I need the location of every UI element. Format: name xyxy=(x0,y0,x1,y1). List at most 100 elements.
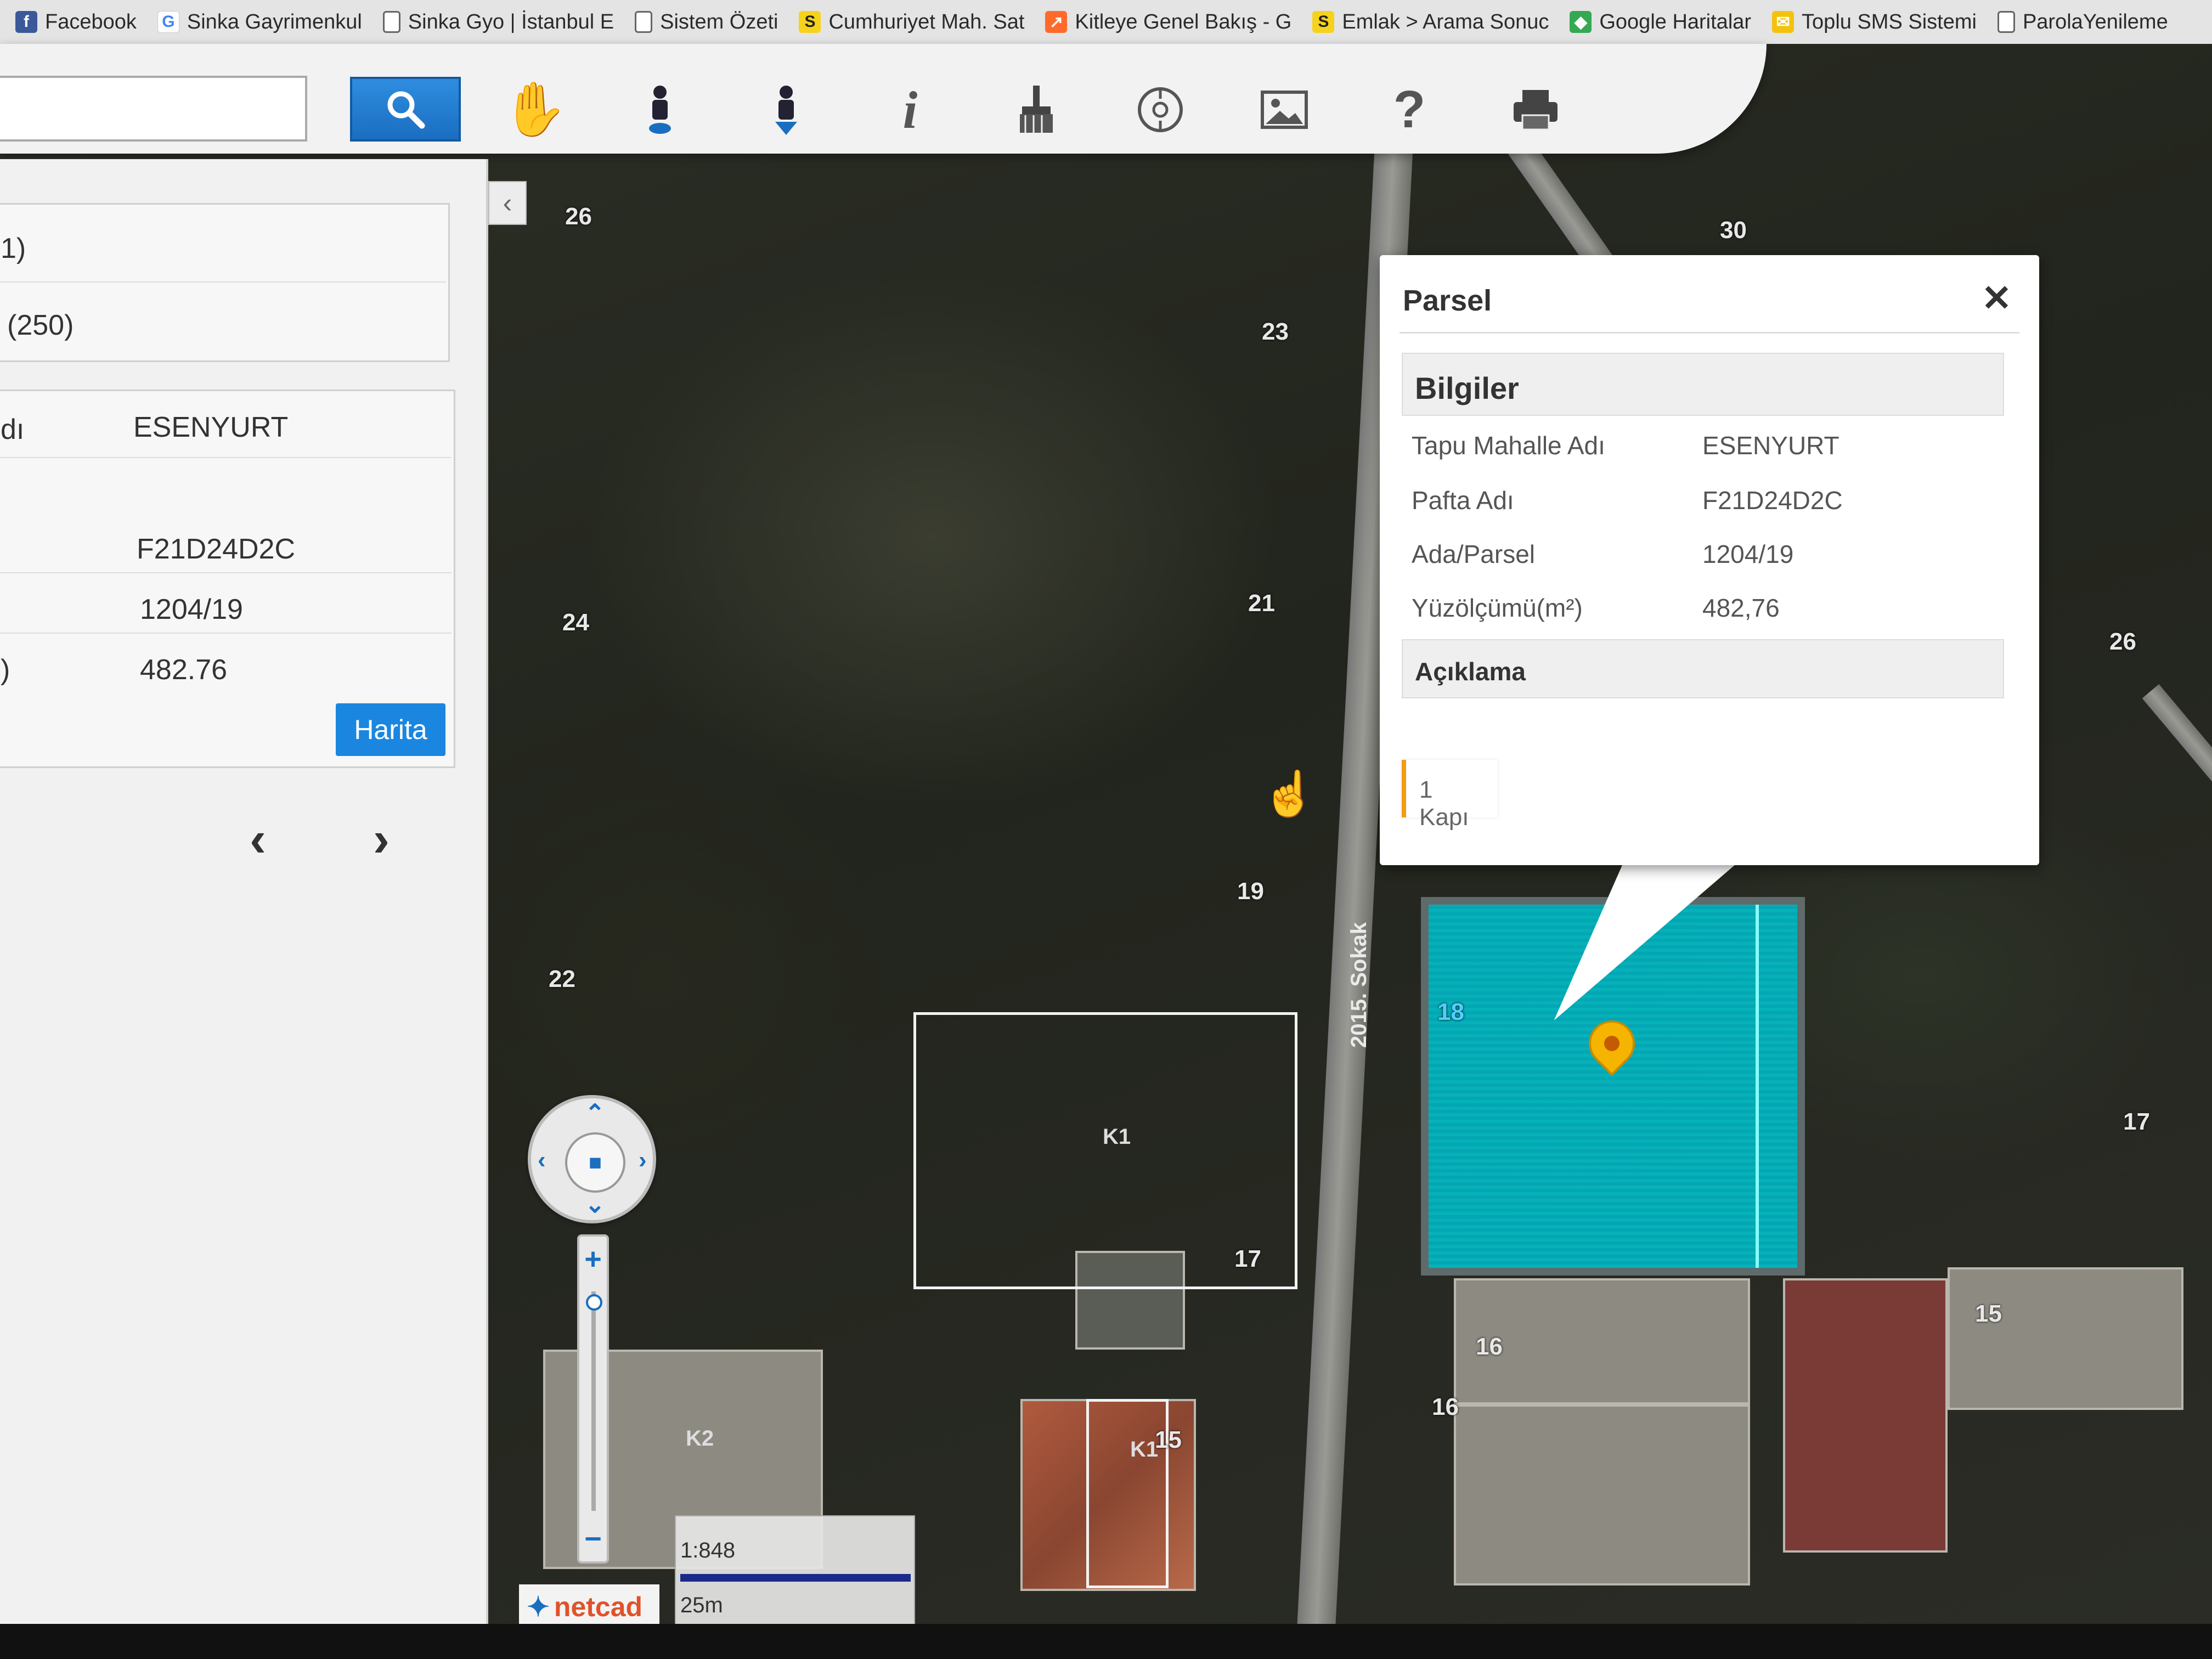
parcel-number: 16 xyxy=(1476,1333,1503,1360)
chevron-left-icon: ‹ xyxy=(503,188,512,218)
taskbar xyxy=(0,1624,2212,1659)
parcel-number: 15 xyxy=(1975,1300,2002,1327)
pan-left-icon[interactable]: ‹ xyxy=(538,1147,546,1174)
bookmark-cumhuriyet[interactable]: S Cumhuriyet Mah. Sat xyxy=(799,10,1024,34)
result-row[interactable]: (250) xyxy=(7,309,74,342)
zoom-in-icon[interactable]: + xyxy=(579,1242,607,1276)
parcel-number: 17 xyxy=(2123,1108,2150,1135)
pan-right-icon[interactable]: › xyxy=(639,1147,647,1174)
bookmark-label: Toplu SMS Sistemi xyxy=(1802,10,1977,33)
zoom-handle[interactable] xyxy=(586,1294,602,1311)
description-section-header[interactable]: Açıklama xyxy=(1402,639,2004,698)
document-icon xyxy=(1997,11,2015,33)
info-row: Tapu Mahalle Adı ESENYURT xyxy=(1412,431,2004,480)
bookmark-google-haritalar[interactable]: ◆ Google Haritalar xyxy=(1570,10,1751,34)
map-icon: ◆ xyxy=(1570,11,1592,33)
parcel-number: 22 xyxy=(549,966,575,992)
left-results-panel: 1) (250) dı ESENYURT F21D24D2C 1204/19 )… xyxy=(0,159,488,1624)
help-icon: ? xyxy=(1393,80,1426,139)
print-icon xyxy=(1514,90,1558,131)
door-tab[interactable]: 1 Kapı xyxy=(1402,760,1498,831)
pan-center-icon[interactable]: ■ xyxy=(565,1132,625,1193)
parcel-number: 17 xyxy=(1234,1245,1261,1272)
bookmark-toplu-sms[interactable]: ✉ Toplu SMS Sistemi xyxy=(1772,10,1977,34)
info-value: 1204/19 xyxy=(1702,540,1794,568)
scale-bar xyxy=(680,1574,911,1582)
result-row[interactable]: 1) xyxy=(1,232,26,265)
zoom-slider[interactable]: + − xyxy=(577,1234,609,1564)
pan-tool-button[interactable]: ✋ xyxy=(499,77,571,143)
info-section-header[interactable]: Bilgiler xyxy=(1402,353,2004,416)
detail-label: dı xyxy=(1,414,25,445)
image-icon xyxy=(1261,91,1308,129)
bookmark-label: ParolaYenileme xyxy=(2022,10,2168,33)
help-tool-button[interactable]: ? xyxy=(1374,77,1445,143)
bookmark-label: Sistem Özeti xyxy=(660,10,778,33)
scale-indicator: 1:848 25m xyxy=(675,1515,915,1628)
person-tool-2-button[interactable] xyxy=(751,77,822,143)
bookmark-sistem-ozeti[interactable]: Sistem Özeti xyxy=(635,10,778,34)
chevron-left-icon: ‹ xyxy=(250,811,266,867)
search-icon xyxy=(387,91,425,129)
road xyxy=(2142,684,2212,951)
prev-page-button[interactable]: ‹ xyxy=(225,806,291,872)
print-tool-button[interactable] xyxy=(1500,77,1571,143)
bookmark-sinka-gyo[interactable]: Sinka Gyo | İstanbul E xyxy=(382,10,614,34)
map-toolbar: ✋ i ? xyxy=(0,44,1767,154)
popup-title: Parsel xyxy=(1403,284,1492,317)
info-row: Pafta Adı F21D24D2C xyxy=(1412,486,2004,535)
parcel-number: 26 xyxy=(2109,628,2136,655)
bookmark-sinka-gayrimenkul[interactable]: G Sinka Gayrimenkul xyxy=(157,10,362,34)
detail-value: 482.76 xyxy=(140,654,228,686)
divider xyxy=(0,457,452,458)
collapse-panel-button[interactable]: ‹ xyxy=(488,181,527,225)
parcel-number: 26 xyxy=(565,203,592,230)
search-input[interactable] xyxy=(0,76,307,142)
map-button[interactable]: Harita xyxy=(336,703,445,756)
parcel-number: 15 xyxy=(1155,1426,1182,1453)
measure-tool-button[interactable] xyxy=(1125,77,1196,143)
bookmark-label: Kitleye Genel Bakış - G xyxy=(1075,10,1292,33)
bookmark-label: Facebook xyxy=(45,10,137,33)
pan-control[interactable]: ⌃ ⌄ ‹ › ■ xyxy=(528,1095,656,1223)
bookmark-label: Sinka Gayrimenkul xyxy=(187,10,362,33)
document-icon xyxy=(382,11,400,33)
zoom-out-icon[interactable]: − xyxy=(579,1522,607,1556)
s-icon: S xyxy=(1312,11,1335,33)
building xyxy=(1783,1278,1948,1553)
s-icon: S xyxy=(799,11,821,33)
person-tool-button[interactable] xyxy=(624,77,696,143)
parcel-number: 24 xyxy=(562,609,589,636)
hand-icon: ✋ xyxy=(502,80,568,139)
next-page-button[interactable]: › xyxy=(348,806,414,872)
bookmark-kitleye[interactable]: ↗ Kitleye Genel Bakış - G xyxy=(1045,10,1291,34)
broom-icon xyxy=(1020,86,1053,133)
info-label: Ada/Parsel xyxy=(1412,540,1536,568)
document-icon xyxy=(635,11,653,33)
image-tool-button[interactable] xyxy=(1249,77,1320,143)
info-icon: i xyxy=(902,80,918,139)
pan-up-icon[interactable]: ⌃ xyxy=(585,1099,605,1127)
info-row: Ada/Parsel 1204/19 xyxy=(1412,539,2004,589)
parcel-number: 16 xyxy=(1432,1393,1459,1420)
results-list: 1) (250) xyxy=(0,203,450,362)
bookmark-emlak[interactable]: S Emlak > Arama Sonuc xyxy=(1312,10,1549,34)
info-tool-button[interactable]: i xyxy=(874,77,946,143)
divider xyxy=(0,633,452,634)
logo-star-icon: ✦ xyxy=(527,1592,550,1622)
bookmark-facebook[interactable]: f Facebook xyxy=(15,10,137,34)
close-icon[interactable]: ✕ xyxy=(1982,277,2012,319)
pan-down-icon[interactable]: ⌄ xyxy=(585,1190,605,1218)
bookmark-parola[interactable]: ParolaYenileme xyxy=(1997,10,2168,34)
info-row: Yüzölçümü(m²) 482,76 xyxy=(1412,593,2004,642)
zoom-track[interactable] xyxy=(591,1291,596,1511)
search-button[interactable] xyxy=(350,77,461,142)
info-value: ESENYURT xyxy=(1702,431,1839,460)
info-label: Pafta Adı xyxy=(1412,486,1514,515)
person-blue-2-icon xyxy=(775,86,797,135)
building-label: K1 xyxy=(1103,1125,1131,1149)
netcad-logo: ✦ netcad xyxy=(519,1584,659,1629)
person-blue-icon xyxy=(649,86,671,134)
clear-tool-button[interactable] xyxy=(1001,77,1072,143)
street-label: 2015. Sokak xyxy=(1347,922,1371,1048)
